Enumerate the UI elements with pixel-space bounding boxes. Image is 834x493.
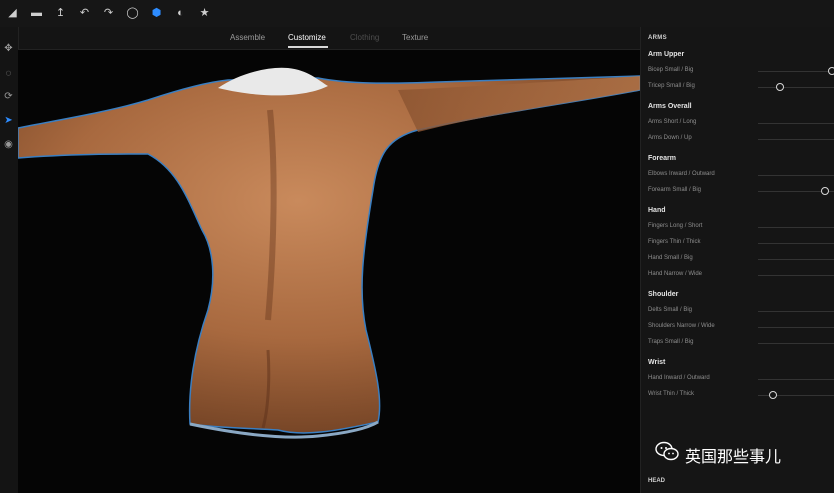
slider-row[interactable]: Bicep Small / Big xyxy=(648,65,834,77)
slider-row[interactable]: Hand Narrow / Wide xyxy=(648,269,834,281)
tab-texture[interactable]: Texture xyxy=(402,33,428,42)
mode-tabs: Assemble Customize Clothing Texture xyxy=(18,27,640,50)
watermark-text: 英国那些事儿 xyxy=(685,447,782,466)
slider-track[interactable] xyxy=(758,275,834,276)
camera-icon[interactable]: ◌ xyxy=(2,67,15,80)
group-title-forearm: Forearm xyxy=(648,155,677,162)
slider-row[interactable]: Fingers Long / Short xyxy=(648,221,834,233)
slider-row[interactable]: Tricep Small / Big xyxy=(648,81,834,93)
slider-row[interactable]: Fingers Thin / Thick xyxy=(648,237,834,249)
sphere-icon[interactable]: ◯ xyxy=(126,7,139,20)
slider-label: Hand Small / Big xyxy=(648,255,693,261)
slider-label: Wrist Thin / Thick xyxy=(648,391,695,397)
slider-label: Shoulders Narrow / Wide xyxy=(648,323,715,329)
slider-row[interactable]: Delts Small / Big xyxy=(648,305,834,317)
slider-row[interactable]: Elbows Inward / Outward xyxy=(648,169,834,181)
tab-assemble[interactable]: Assemble xyxy=(230,33,265,42)
slider-label: Hand Narrow / Wide xyxy=(648,271,703,277)
slider-track[interactable] xyxy=(758,327,834,328)
group-title-hand: Hand xyxy=(648,207,666,214)
slider-row[interactable]: Forearm Small / Big xyxy=(648,185,834,197)
next-section-title[interactable]: HEAD xyxy=(648,478,665,484)
move-icon[interactable]: ✥ xyxy=(2,42,15,55)
slider-label: Traps Small / Big xyxy=(648,339,694,345)
slider-label: Delts Small / Big xyxy=(648,307,693,313)
record-icon[interactable]: ◉ xyxy=(2,138,15,151)
3d-viewport[interactable] xyxy=(18,50,640,493)
redo-icon[interactable]: ↷ xyxy=(102,7,115,20)
slider-label: Arms Down / Up xyxy=(648,135,692,141)
rotate-icon[interactable]: ⟳ xyxy=(2,90,15,103)
active-tab-underline xyxy=(288,46,328,48)
top-toolbar: ◢ ▬ ↥ ↶ ↷ ◯ ⬢ ◐ ★ xyxy=(0,0,834,28)
tab-clothing[interactable]: Clothing xyxy=(350,33,379,42)
slider-track[interactable] xyxy=(758,259,834,260)
slider-label: Bicep Small / Big xyxy=(648,67,694,73)
slider-row[interactable]: Shoulders Narrow / Wide xyxy=(648,321,834,333)
slider-row[interactable]: Hand Small / Big xyxy=(648,253,834,265)
character-model[interactable] xyxy=(18,50,640,493)
slider-track[interactable] xyxy=(758,243,834,244)
slider-track[interactable] xyxy=(758,139,834,140)
slider-label: Fingers Long / Short xyxy=(648,223,703,229)
slider-row[interactable]: Wrist Thin / Thick xyxy=(648,389,834,401)
character-body[interactable] xyxy=(18,75,640,434)
cursor-icon[interactable]: ➤ xyxy=(2,114,15,127)
slider-label: Forearm Small / Big xyxy=(648,187,702,193)
logo-icon[interactable]: ◢ xyxy=(6,7,19,20)
group-title-shoulder: Shoulder xyxy=(648,291,679,298)
slider-track[interactable] xyxy=(758,311,834,312)
tab-customize[interactable]: Customize xyxy=(288,33,326,42)
slider-track[interactable] xyxy=(758,71,834,72)
slider-row[interactable]: Traps Small / Big xyxy=(648,337,834,349)
slider-track[interactable] xyxy=(758,175,834,176)
undo-icon[interactable]: ↶ xyxy=(78,7,91,20)
panel-section-title: ARMS xyxy=(648,35,667,41)
group-title-arm-upper: Arm Upper xyxy=(648,51,685,58)
customize-panel: ARMS Arm Upper Bicep Small / Big Tricep … xyxy=(640,27,834,493)
slider-label: Hand Inward / Outward xyxy=(648,375,710,381)
slider-track[interactable] xyxy=(758,379,834,380)
slider-thumb[interactable] xyxy=(820,187,829,195)
contrast-icon[interactable]: ◐ xyxy=(174,7,187,20)
slider-track[interactable] xyxy=(758,343,834,344)
slider-label: Fingers Thin / Thick xyxy=(648,239,701,245)
slider-label: Tricep Small / Big xyxy=(648,83,695,89)
slider-track[interactable] xyxy=(758,227,834,228)
slider-row[interactable]: Arms Short / Long xyxy=(648,117,834,129)
slider-thumb[interactable] xyxy=(776,83,785,91)
slider-row[interactable]: Hand Inward / Outward xyxy=(648,373,834,385)
slider-row[interactable]: Arms Down / Up xyxy=(648,133,834,145)
left-tool-rail: ✥ ◌ ⟳ ➤ ◉ xyxy=(0,27,19,493)
slider-thumb[interactable] xyxy=(828,67,834,75)
star-icon[interactable]: ★ xyxy=(198,7,211,20)
chat-bubbles-icon xyxy=(655,441,679,461)
group-title-wrist: Wrist xyxy=(648,359,666,366)
slider-label: Elbows Inward / Outward xyxy=(648,171,715,177)
save-icon[interactable]: ▬ xyxy=(30,7,43,20)
box-icon[interactable]: ⬢ xyxy=(150,7,163,20)
slider-track[interactable] xyxy=(758,123,834,124)
neck-cap xyxy=(218,67,328,96)
export-icon[interactable]: ↥ xyxy=(54,7,67,20)
slider-thumb[interactable] xyxy=(768,391,777,399)
slider-label: Arms Short / Long xyxy=(648,119,697,125)
group-title-arms-overall: Arms Overall xyxy=(648,103,692,110)
slider-track[interactable] xyxy=(758,87,834,88)
